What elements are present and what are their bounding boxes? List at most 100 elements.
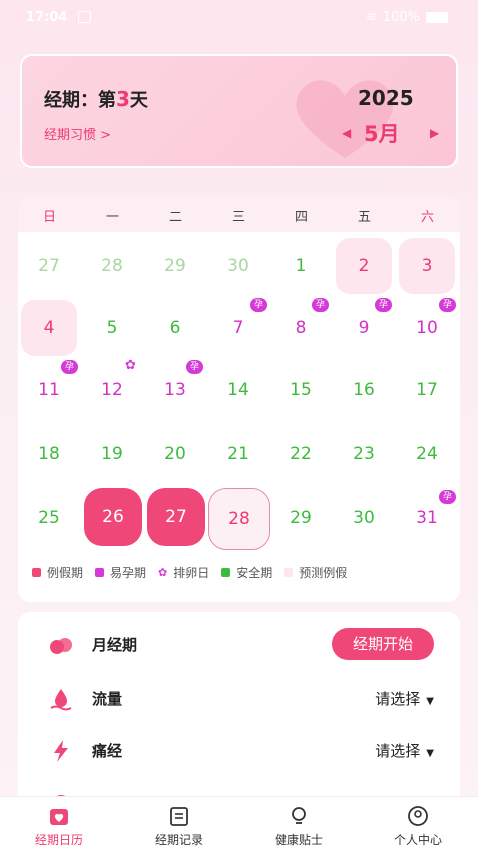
calendar-day-today[interactable]: 28 xyxy=(208,488,270,550)
tab-health-tips[interactable]: 健康贴士 xyxy=(249,805,349,848)
ovulation-flower-icon: ✿ xyxy=(125,358,136,373)
period-label: 月经期 xyxy=(92,636,138,654)
month-selector: ◀ 5月 ▶ xyxy=(334,118,444,148)
legend-item: 例假期 xyxy=(32,564,83,581)
notebook-icon xyxy=(170,807,188,826)
weekday-mon: 一 xyxy=(105,210,119,225)
calendar-day[interactable]: 19 xyxy=(84,426,140,482)
flow-drop-icon xyxy=(50,689,72,711)
legend-label: 排卵日 xyxy=(173,566,210,580)
period-habit-link[interactable]: 经期习惯 > xyxy=(44,124,111,143)
period-header-card: 经期：第3天 经期习惯 > 2025 ◀ 5月 ▶ xyxy=(20,54,458,168)
fertile-badge-icon: 孕 xyxy=(375,298,392,312)
battery-label: 100% xyxy=(382,10,420,25)
calendar-day[interactable]: 20 xyxy=(147,426,203,482)
calendar-legend: 例假期 易孕期 ✿ 排卵日 安全期 预测例假 xyxy=(32,564,347,581)
calendar-day[interactable]: 29 xyxy=(273,490,329,546)
caret-down-icon: ▼ xyxy=(426,696,434,707)
lightning-icon xyxy=(54,740,68,762)
battery-icon xyxy=(426,12,448,23)
calendar-day[interactable]: 22 xyxy=(273,426,329,482)
month-label: 5月 xyxy=(364,122,400,146)
legend-swatch xyxy=(284,568,294,577)
calendar-day[interactable]: 5 xyxy=(84,300,140,356)
calendar-day[interactable]: 28 xyxy=(84,238,140,294)
fertile-badge-icon: 孕 xyxy=(312,298,329,312)
flow-select[interactable]: 请选择 ▼ xyxy=(375,688,434,709)
calendar-day[interactable]: 17 xyxy=(399,362,455,418)
tab-label: 个人中心 xyxy=(393,833,442,847)
legend-item: 预测例假 xyxy=(284,564,347,581)
calendar-heart-icon xyxy=(50,809,68,825)
calendar-day[interactable]: 27 xyxy=(21,238,77,294)
calendar-day[interactable]: 1 xyxy=(273,238,329,294)
calendar-day[interactable]: 24 xyxy=(399,426,455,482)
flow-value: 请选择 xyxy=(375,690,421,708)
start-period-button[interactable]: 经期开始 xyxy=(332,628,434,660)
calendar-day[interactable]: 16 xyxy=(336,362,392,418)
calendar-day[interactable]: 18 xyxy=(21,426,77,482)
legend-swatch xyxy=(221,568,231,577)
pain-select[interactable]: 请选择 ▼ xyxy=(375,740,434,761)
bottom-tab-bar: 经期日历 经期记录 健康贴士 个人中心 xyxy=(0,796,478,850)
status-time: 17:04 xyxy=(26,10,68,25)
calendar-day-predicted[interactable]: 3 xyxy=(399,238,455,294)
calendar-day[interactable]: 30 xyxy=(210,238,266,294)
weekday-thu: 四 xyxy=(294,210,308,225)
period-day-number: 3 xyxy=(116,87,130,111)
year-label: 2025 xyxy=(358,86,414,110)
legend-label: 例假期 xyxy=(47,566,84,580)
weekday-header: 日 一 二 三 四 五 六 xyxy=(18,196,460,232)
pain-row[interactable]: 痛经 请选择 ▼ xyxy=(18,730,460,770)
fertile-badge-icon: 孕 xyxy=(439,490,456,504)
tab-label: 健康贴士 xyxy=(274,833,323,847)
weekday-wed: 三 xyxy=(231,210,245,225)
period-suffix: 天 xyxy=(129,90,148,111)
tab-profile[interactable]: 个人中心 xyxy=(368,805,468,848)
flow-label: 流量 xyxy=(92,690,123,708)
fertile-badge-icon: 孕 xyxy=(186,360,203,374)
user-icon xyxy=(408,806,428,826)
calendar-day-predicted[interactable]: 2 xyxy=(336,238,392,294)
calendar-day-predicted[interactable]: 4 xyxy=(21,300,77,356)
weekday-sun: 日 xyxy=(42,210,56,225)
blood-drop-icon xyxy=(50,638,72,654)
status-bar: 17:04 ≋ 100% xyxy=(0,0,478,36)
next-month-icon[interactable]: ▶ xyxy=(430,126,439,140)
tab-period-records[interactable]: 经期记录 xyxy=(129,805,229,848)
calendar-day-period[interactable]: 27 xyxy=(147,488,205,546)
calendar-card: 日 一 二 三 四 五 六 27 28 29 30 1 2 3 4 5 6 7 … xyxy=(18,196,460,602)
legend-swatch xyxy=(32,568,41,577)
flow-row[interactable]: 流量 请选择 ▼ xyxy=(18,678,460,718)
calendar-day[interactable]: 30 xyxy=(336,490,392,546)
fertile-badge-icon: 孕 xyxy=(61,360,78,374)
calendar-day[interactable]: 23 xyxy=(336,426,392,482)
notification-icon xyxy=(78,11,91,23)
calendar-day[interactable]: 25 xyxy=(21,490,77,546)
caret-down-icon: ▼ xyxy=(426,748,434,759)
weekday-sat: 六 xyxy=(420,210,434,225)
calendar-day-period[interactable]: 26 xyxy=(84,488,142,546)
calendar-day[interactable]: 29 xyxy=(147,238,203,294)
weekday-fri: 五 xyxy=(357,210,371,225)
lightbulb-icon xyxy=(292,807,306,824)
calendar-day[interactable]: 15 xyxy=(273,362,329,418)
pain-label: 痛经 xyxy=(92,742,123,760)
weekday-tue: 二 xyxy=(168,210,182,225)
tab-label: 经期日历 xyxy=(34,833,83,847)
calendar-day[interactable]: 21 xyxy=(210,426,266,482)
legend-label: 易孕期 xyxy=(110,566,147,580)
calendar-day[interactable]: 6 xyxy=(147,300,203,356)
calendar-day[interactable]: 14 xyxy=(210,362,266,418)
legend-swatch xyxy=(95,568,105,577)
legend-item: ✿ 排卵日 xyxy=(158,564,209,581)
tab-period-calendar[interactable]: 经期日历 xyxy=(9,805,109,848)
prev-month-icon[interactable]: ◀ xyxy=(342,126,351,140)
legend-item: 易孕期 xyxy=(95,564,146,581)
tab-label: 经期记录 xyxy=(154,833,203,847)
status-icons: ≋ 100% xyxy=(366,10,448,25)
record-card: 月经期 经期开始 流量 请选择 ▼ 痛经 请选择 ▼ xyxy=(18,612,460,815)
legend-item: 安全期 xyxy=(221,564,272,581)
legend-label: 安全期 xyxy=(236,566,273,580)
period-prefix: 经期：第 xyxy=(44,90,116,111)
